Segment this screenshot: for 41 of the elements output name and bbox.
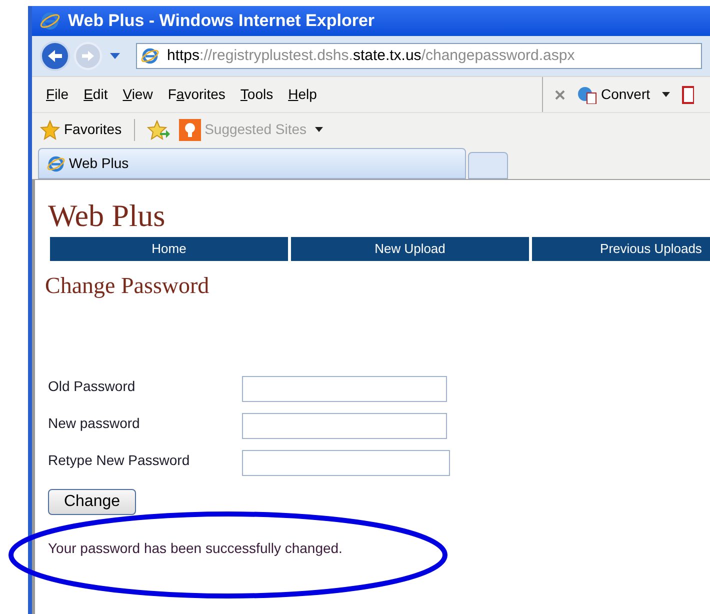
address-field[interactable]: https://registryplustest.dshs.state.tx.us/changepassword.aspx (136, 43, 702, 69)
right-arrow-icon (81, 50, 95, 62)
globe-document-icon (577, 86, 597, 104)
lightbulb-icon (178, 118, 201, 140)
star-icon (40, 120, 60, 140)
new-tab-button[interactable] (468, 152, 508, 179)
menu-item[interactable]: Help (288, 84, 317, 105)
dropdown-caret-icon (110, 53, 120, 59)
left-arrow-icon (47, 49, 63, 63)
convert-button[interactable]: Convert (577, 84, 650, 105)
nav-link[interactable]: Home (50, 237, 288, 261)
change-button[interactable]: Change (48, 488, 136, 514)
stop-icon[interactable] (555, 90, 565, 100)
page-heading: Change Password (45, 272, 210, 300)
success-message: Your password has been successfully changed. (48, 538, 344, 558)
field-label: Retype New Password (48, 450, 191, 470)
menu-item[interactable]: Tools (240, 84, 274, 105)
window-title: Web Plus - Windows Internet Explorer (68, 10, 375, 32)
dropdown-caret-icon (314, 127, 323, 132)
browser-tab[interactable]: Web Plus (38, 148, 466, 179)
nav-link[interactable]: New Upload (291, 237, 529, 261)
url-text: https://registryplustest.dshs.state.tx.us/changepassword.aspx (167, 46, 575, 66)
password-field[interactable] (242, 412, 447, 438)
add-favorite-icon[interactable] (146, 120, 171, 140)
browser-logo-icon (141, 47, 159, 65)
site-title: Web Plus (48, 198, 166, 234)
back-button[interactable] (40, 41, 70, 71)
favorites-button[interactable]: Favorites (40, 119, 122, 140)
document-icon (682, 86, 694, 104)
browser-logo-icon (47, 154, 65, 172)
menu-item[interactable]: File (46, 84, 69, 105)
menu-item[interactable]: View (122, 84, 153, 105)
nav-link[interactable]: Previous Uploads (532, 237, 710, 261)
menu-item[interactable]: Favorites (168, 84, 226, 105)
menu-item[interactable]: Edit (84, 84, 108, 105)
field-label: New password (48, 414, 141, 433)
field-label: Old Password (48, 376, 136, 396)
browser-logo-icon (40, 11, 60, 31)
dropdown-caret-icon (662, 92, 670, 97)
password-field[interactable] (242, 450, 450, 476)
password-field[interactable] (242, 376, 447, 402)
